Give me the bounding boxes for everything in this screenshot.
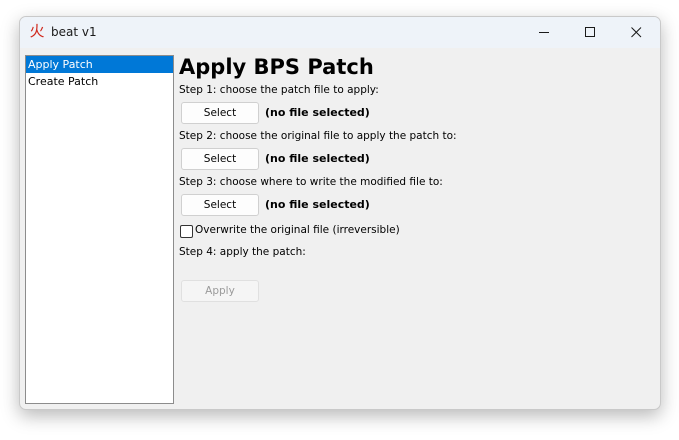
maximize-icon (585, 27, 595, 37)
output-file-status: (no file selected) (265, 198, 370, 211)
page-title: Apply BPS Patch (179, 55, 374, 79)
step3-label: Step 3: choose where to write the modifi… (179, 176, 443, 188)
select-output-button[interactable]: Select (181, 194, 259, 216)
step1-label: Step 1: choose the patch file to apply: (179, 84, 379, 96)
sidebar-list[interactable]: Apply Patch Create Patch (25, 55, 174, 404)
title-bar[interactable]: 火 beat v1 (20, 17, 660, 48)
sidebar-item-apply-patch[interactable]: Apply Patch (26, 56, 173, 73)
overwrite-label[interactable]: Overwrite the original file (irreversibl… (195, 224, 400, 236)
close-icon (631, 27, 642, 38)
maximize-button[interactable] (568, 17, 614, 48)
select-original-button[interactable]: Select (181, 148, 259, 170)
select-patch-button[interactable]: Select (181, 102, 259, 124)
apply-button[interactable]: Apply (181, 280, 259, 302)
window-title: beat v1 (51, 25, 97, 39)
minimize-button[interactable] (522, 17, 568, 48)
minimize-icon (539, 32, 549, 33)
app-window: 火 beat v1 Apply Patch Create Patch Apply… (19, 16, 661, 410)
main-panel: Apply BPS Patch Step 1: choose the patch… (179, 55, 649, 405)
original-file-status: (no file selected) (265, 152, 370, 165)
step4-label: Step 4: apply the patch: (179, 246, 306, 258)
sidebar-item-create-patch[interactable]: Create Patch (26, 73, 173, 90)
close-button[interactable] (614, 17, 660, 48)
patch-file-status: (no file selected) (265, 106, 370, 119)
app-flame-icon: 火 (29, 22, 45, 40)
overwrite-checkbox[interactable] (180, 225, 193, 238)
step2-label: Step 2: choose the original file to appl… (179, 130, 457, 142)
